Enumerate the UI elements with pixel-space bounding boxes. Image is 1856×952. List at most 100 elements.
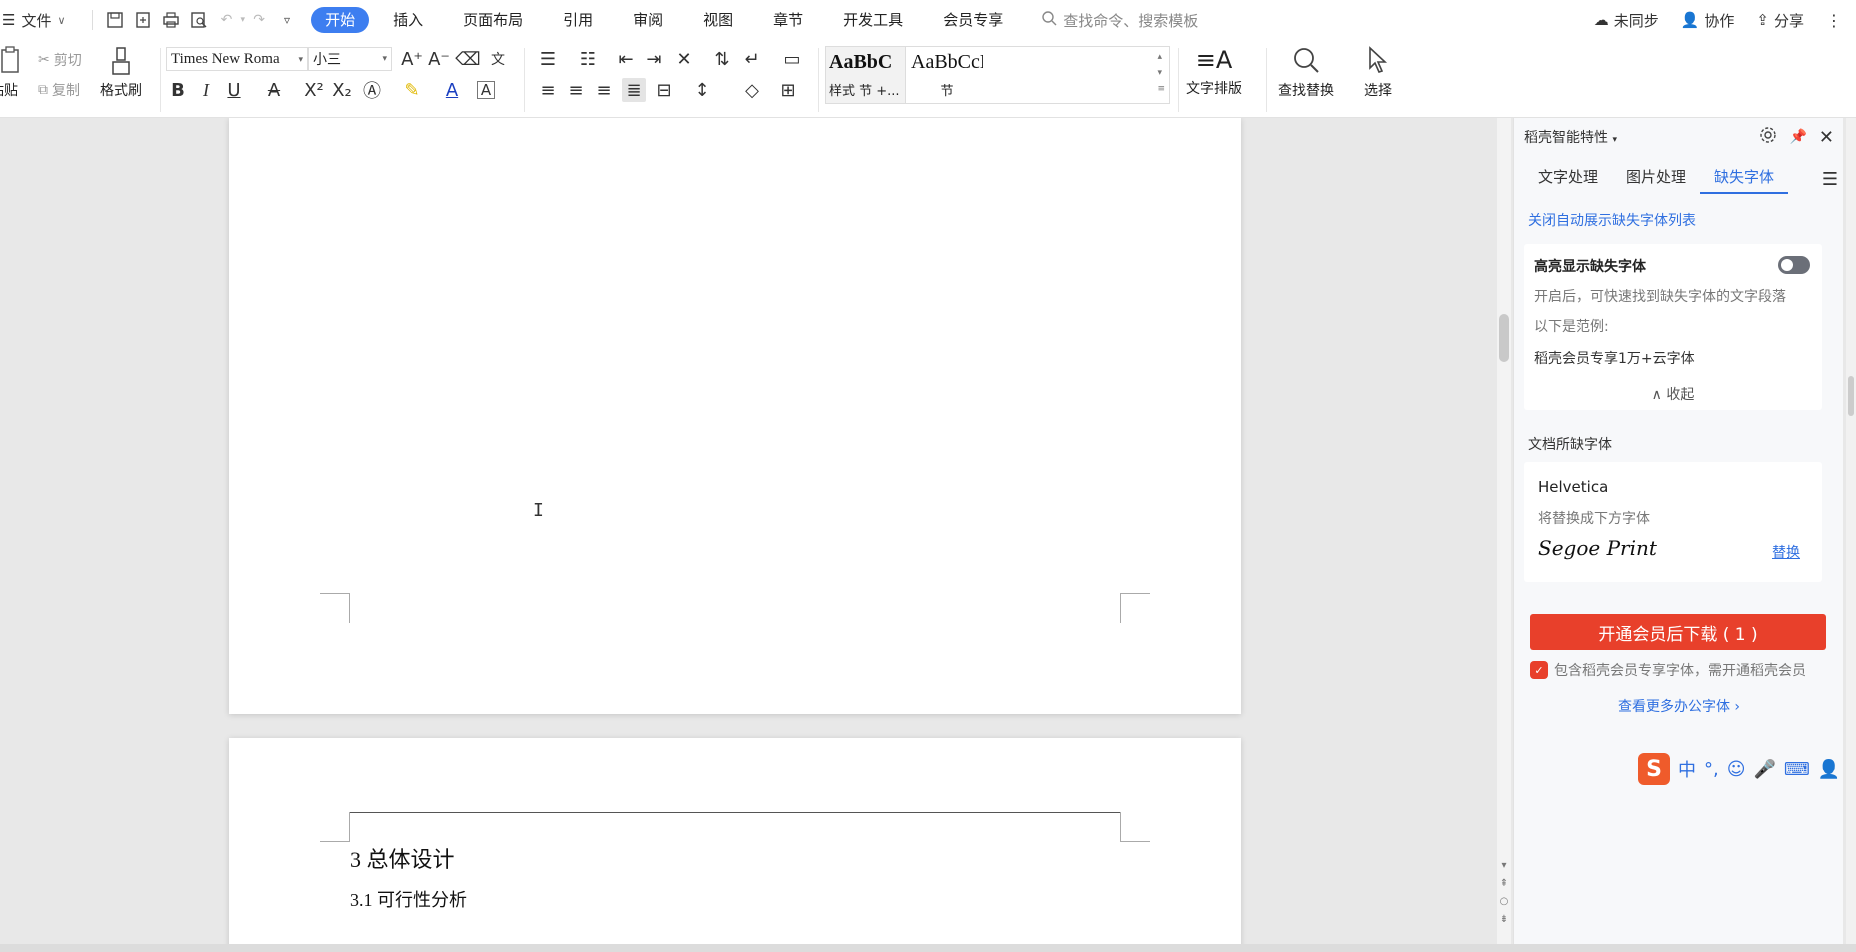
ruler-icon[interactable]: ▭ bbox=[780, 47, 804, 71]
line-spacing-icon[interactable]: ↕ bbox=[690, 78, 714, 102]
chevron-down-icon[interactable]: ▾ bbox=[241, 15, 246, 25]
find-replace-button[interactable]: 查找替换 bbox=[1278, 46, 1334, 100]
collapse-button[interactable]: ∧ 收起 bbox=[1524, 384, 1822, 404]
paste-button[interactable]: 粘贴 bbox=[0, 46, 22, 100]
gear-icon[interactable] bbox=[1759, 126, 1777, 148]
bold-icon[interactable]: B bbox=[166, 78, 190, 102]
cut-button[interactable]: ✂ 剪切 bbox=[38, 50, 82, 70]
tab-member[interactable]: 会员专享 bbox=[927, 7, 1019, 33]
shading-icon[interactable]: ◇ bbox=[740, 78, 764, 102]
punctuation-icon[interactable]: °, bbox=[1704, 759, 1719, 780]
sync-button[interactable]: ☁ 未同步 bbox=[1594, 10, 1659, 31]
format-painter-button[interactable]: 格式刷 bbox=[100, 46, 142, 100]
select-button[interactable]: 选择 bbox=[1364, 46, 1392, 100]
char-border-icon[interactable]: A bbox=[477, 81, 495, 99]
highlight-icon[interactable]: ✎ bbox=[400, 78, 424, 102]
text-effect-icon[interactable]: Ⓐ bbox=[360, 78, 384, 102]
tab-developer[interactable]: 开发工具 bbox=[827, 7, 919, 33]
borders-icon[interactable]: ⊞ bbox=[776, 78, 800, 102]
tab-review[interactable]: 审阅 bbox=[617, 7, 679, 33]
clear-format-icon[interactable]: ⌫ bbox=[455, 47, 480, 71]
sogou-logo-icon[interactable]: S bbox=[1638, 753, 1670, 785]
share-button[interactable]: ⇪ 分享 bbox=[1756, 10, 1804, 31]
align-left-icon[interactable]: ≡ bbox=[536, 78, 560, 102]
tab-page-layout[interactable]: 页面布局 bbox=[447, 7, 539, 33]
show-marks-icon[interactable]: ↵ bbox=[740, 47, 764, 71]
menu-icon[interactable]: ☰ bbox=[1822, 169, 1838, 190]
pin-icon[interactable]: 📌 bbox=[1789, 129, 1806, 145]
grow-font-icon[interactable]: A⁺ bbox=[400, 47, 424, 71]
tab-missing-fonts[interactable]: 缺失字体 bbox=[1700, 164, 1789, 194]
style-item-1[interactable]: AaBbC 样式 节 +... bbox=[826, 47, 906, 103]
numbered-list-icon[interactable]: ☷ bbox=[576, 47, 600, 71]
ime-mode[interactable]: 中 bbox=[1678, 756, 1696, 782]
file-menu[interactable]: ☰ 文件 ∨ bbox=[0, 10, 66, 31]
more-icon[interactable]: ⋮ bbox=[1826, 11, 1842, 30]
collaborate-button[interactable]: 👤 协作 bbox=[1681, 10, 1735, 31]
align-center-icon[interactable]: ≡ bbox=[564, 78, 588, 102]
close-auto-show-link[interactable]: 关闭自动展示缺失字体列表 bbox=[1528, 210, 1696, 230]
tab-references[interactable]: 引用 bbox=[547, 7, 609, 33]
tab-image-processing[interactable]: 图片处理 bbox=[1612, 164, 1700, 194]
pane-title[interactable]: 稻壳智能特性 ▾ bbox=[1524, 127, 1617, 147]
undo-icon[interactable]: ↶ bbox=[216, 9, 238, 31]
microphone-icon[interactable]: 🎤 bbox=[1754, 759, 1776, 780]
scroll-down-icon[interactable]: ▾ bbox=[1497, 860, 1511, 871]
pane-scrollbar[interactable] bbox=[1846, 118, 1856, 944]
scrollbar-thumb[interactable] bbox=[1848, 376, 1854, 416]
select-browse-icon[interactable]: ○ bbox=[1497, 896, 1511, 907]
strikethrough-icon[interactable]: A bbox=[262, 78, 286, 102]
customize-toolbar-icon[interactable]: ▿ bbox=[276, 9, 298, 31]
tab-chapter[interactable]: 章节 bbox=[757, 7, 819, 33]
highlight-toggle[interactable] bbox=[1778, 256, 1810, 274]
italic-icon[interactable]: I bbox=[194, 78, 218, 102]
distribute-icon[interactable]: ⊟ bbox=[652, 78, 676, 102]
heading-overall-design[interactable]: 3 总体设计 bbox=[350, 842, 455, 874]
emoji-icon[interactable]: ☺ bbox=[1727, 759, 1746, 780]
redo-icon[interactable]: ↷ bbox=[248, 9, 270, 31]
tab-view[interactable]: 视图 bbox=[687, 7, 749, 33]
font-size-value: 小三 bbox=[313, 52, 341, 68]
superscript-icon[interactable]: X² bbox=[302, 78, 326, 102]
document-scrollbar[interactable]: ▾ ⇞ ○ ⇟ bbox=[1497, 118, 1511, 944]
document-area[interactable]: 3 总体设计 3.1 可行性分析 I bbox=[0, 118, 1500, 944]
command-search[interactable]: 查找命令、搜索模板 bbox=[1041, 10, 1198, 31]
page-1[interactable] bbox=[229, 118, 1241, 714]
prev-page-icon[interactable]: ⇞ bbox=[1497, 878, 1511, 889]
more-fonts-link[interactable]: 查看更多办公字体 › bbox=[1514, 696, 1844, 716]
scrollbar-thumb[interactable] bbox=[1499, 314, 1509, 362]
print-preview-icon[interactable] bbox=[188, 9, 210, 31]
align-right-icon[interactable]: ≡ bbox=[592, 78, 616, 102]
page-2[interactable]: 3 总体设计 3.1 可行性分析 bbox=[229, 738, 1241, 944]
next-page-icon[interactable]: ⇟ bbox=[1497, 914, 1511, 925]
tab-insert[interactable]: 插入 bbox=[377, 7, 439, 33]
increase-indent-icon[interactable]: ⇥ bbox=[642, 47, 666, 71]
chinese-layout-icon[interactable]: ✕ bbox=[672, 47, 696, 71]
text-layout-button[interactable]: ≡A 文字排版 bbox=[1186, 46, 1242, 98]
style-item-2[interactable]: AaBbCcD 节 bbox=[908, 47, 986, 103]
keyboard-icon[interactable]: ⌨ bbox=[1784, 759, 1810, 780]
heading-feasibility[interactable]: 3.1 可行性分析 bbox=[350, 886, 467, 912]
decrease-indent-icon[interactable]: ⇤ bbox=[614, 47, 638, 71]
tab-text-processing[interactable]: 文字处理 bbox=[1524, 164, 1612, 194]
export-pdf-icon[interactable] bbox=[132, 9, 154, 31]
align-justify-icon[interactable]: ≣ bbox=[622, 78, 646, 102]
shrink-font-icon[interactable]: A⁻ bbox=[427, 47, 451, 71]
font-color-icon[interactable]: A bbox=[440, 78, 464, 102]
close-icon[interactable]: ✕ bbox=[1819, 127, 1834, 148]
download-after-membership-button[interactable]: 开通会员后下载 ( 1 ) bbox=[1530, 614, 1826, 650]
underline-icon[interactable]: U bbox=[222, 78, 246, 102]
bullet-list-icon[interactable]: ☰ bbox=[536, 47, 560, 71]
tab-home[interactable]: 开始 bbox=[311, 7, 370, 33]
gallery-scroll[interactable]: ▴ ▾ ≡ bbox=[1157, 49, 1165, 97]
user-icon[interactable]: 👤 bbox=[1818, 759, 1840, 780]
sort-icon[interactable]: ⇅ bbox=[710, 47, 734, 71]
subscript-icon[interactable]: X₂ bbox=[330, 78, 354, 102]
font-name-select[interactable]: Times New Roma ▾ bbox=[166, 47, 308, 71]
font-size-select[interactable]: 小三 ▾ bbox=[308, 47, 392, 71]
save-icon[interactable] bbox=[104, 9, 126, 31]
print-icon[interactable] bbox=[160, 9, 182, 31]
phonetic-guide-icon[interactable]: 文 bbox=[486, 47, 510, 71]
copy-button[interactable]: ⧉ 复制 bbox=[38, 80, 80, 100]
replace-link[interactable]: 替换 bbox=[1772, 542, 1800, 562]
